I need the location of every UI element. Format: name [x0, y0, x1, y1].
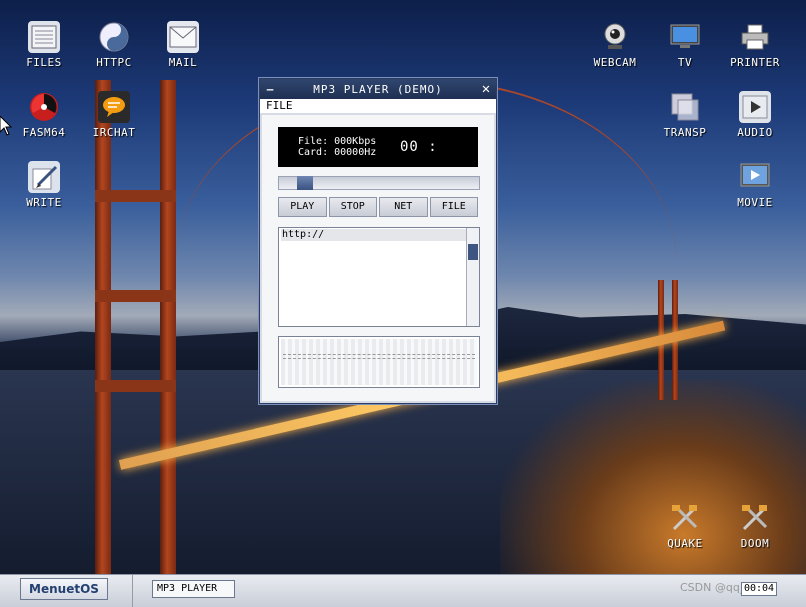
close-button[interactable]: ✕: [476, 81, 496, 97]
start-menu-button[interactable]: MenuetOS: [20, 578, 108, 600]
tv-icon: [669, 21, 701, 53]
desktop-icon-tv[interactable]: TV: [660, 17, 710, 77]
transport-buttons: PLAY STOP NET FILE: [278, 197, 478, 217]
menu-file[interactable]: FILE: [266, 99, 293, 112]
bridge-tower-left-a: [95, 80, 111, 574]
mail-icon: [167, 21, 199, 53]
yin-yang-icon: [98, 21, 130, 53]
spectrum-visualizer: [278, 336, 480, 388]
transparency-icon: [669, 91, 701, 123]
desktop-icon-httpc[interactable]: HTTPC: [89, 17, 139, 77]
play-button[interactable]: PLAY: [278, 197, 327, 217]
player-panel: File: 000Kbps Card: 00000Hz 00 : PLAY ST…: [262, 115, 494, 401]
crossed-tools-icon: [739, 502, 771, 534]
desktop-icon-files[interactable]: FILES: [19, 17, 69, 77]
net-button[interactable]: NET: [379, 197, 428, 217]
url-list-scrollbar[interactable]: [466, 228, 479, 326]
file-button[interactable]: FILE: [429, 197, 478, 217]
movie-icon: [739, 161, 771, 193]
chat-bubble-icon: [98, 91, 130, 123]
bitrate-readout: File: 000Kbps: [298, 136, 377, 147]
time-counter: 00 :: [400, 139, 438, 155]
samplerate-readout: Card: 00000Hz: [298, 147, 377, 158]
taskbar-separator: [132, 575, 133, 607]
files-icon: [28, 21, 60, 53]
desktop-icon-movie[interactable]: MOVIE: [730, 157, 780, 217]
radiation-icon: [28, 91, 60, 123]
taskbar: MenuetOS MP3 PLAYER CSDN @qq_2015 00:04: [0, 574, 806, 607]
desktop-icon-mail[interactable]: MAIL: [158, 17, 208, 77]
window-title: MP3 PLAYER (DEMO): [313, 82, 443, 96]
bridge-beam: [95, 290, 176, 302]
desktop-icon-doom[interactable]: DOOM: [730, 498, 780, 558]
clock: 00:04: [741, 582, 777, 596]
printer-icon: [739, 21, 771, 53]
bridge-beam: [95, 190, 176, 202]
window-titlebar[interactable]: — MP3 PLAYER (DEMO) ✕: [260, 79, 496, 99]
bridge-tower-left-b: [160, 80, 176, 574]
url-list[interactable]: http://: [278, 227, 480, 327]
lcd-display: File: 000Kbps Card: 00000Hz 00 :: [278, 127, 478, 167]
seek-slider-thumb[interactable]: [297, 176, 313, 190]
desktop-icon-quake[interactable]: QUAKE: [660, 498, 710, 558]
taskbar-item-mp3-player[interactable]: MP3 PLAYER: [152, 580, 235, 598]
stop-button[interactable]: STOP: [328, 197, 377, 217]
bridge-beam: [95, 380, 176, 392]
play-icon: [739, 91, 771, 123]
desktop-icon-fasm64[interactable]: FASM64: [19, 87, 69, 147]
desktop-icon-printer[interactable]: PRINTER: [730, 17, 780, 77]
menu-bar: FILE: [260, 99, 496, 113]
mouse-cursor-icon: [0, 116, 12, 136]
desktop-icon-transp[interactable]: TRANSP: [660, 87, 710, 147]
desktop-icon-audio[interactable]: AUDIO: [730, 87, 780, 147]
minimize-button[interactable]: —: [260, 83, 280, 96]
desktop-icon-webcam[interactable]: WEBCAM: [590, 17, 640, 77]
webcam-icon: [599, 21, 631, 53]
seek-slider[interactable]: [278, 176, 480, 190]
mp3-player-window[interactable]: — MP3 PLAYER (DEMO) ✕ FILE File: 000Kbps…: [259, 78, 497, 404]
url-list-scrollbar-thumb[interactable]: [468, 244, 478, 260]
crossed-tools-icon: [669, 502, 701, 534]
desktop-icon-irchat[interactable]: IRCHAT: [89, 87, 139, 147]
desktop-icon-write[interactable]: WRITE: [19, 157, 69, 217]
url-entry[interactable]: http://: [281, 229, 466, 241]
pen-paper-icon: [28, 161, 60, 193]
